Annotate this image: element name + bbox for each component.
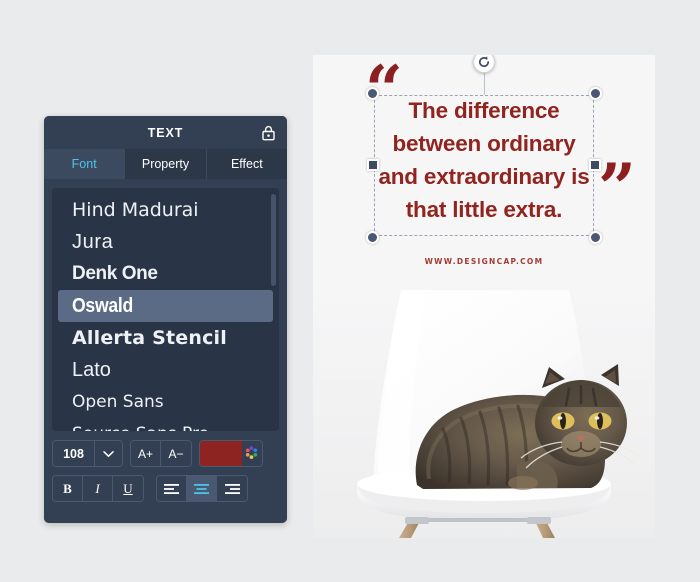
tab-font[interactable]: Font	[44, 149, 126, 179]
font-list-item-jura[interactable]: Jura	[58, 226, 273, 258]
resize-handle-middle-right[interactable]	[589, 158, 601, 171]
align-left-icon	[164, 483, 179, 494]
scrollbar-thumb[interactable]	[271, 194, 276, 286]
chevron-down-glyph	[103, 450, 114, 457]
italic-button[interactable]: I	[83, 476, 113, 501]
rotate-handle-stem	[484, 73, 485, 95]
font-list-item-lato[interactable]: Lato	[58, 354, 273, 386]
canvas-quote-area: “ ” The difference between ordinary and …	[313, 55, 655, 287]
text-style-group[interactable]: B I U	[52, 475, 144, 502]
quote-text[interactable]: The difference between ordinary and extr…	[370, 94, 598, 226]
app-root: TEXT Font Property Effect Hind Madurai J	[0, 0, 700, 582]
tab-effect[interactable]: Effect	[206, 149, 287, 179]
font-name-label: Source Sans Pro	[72, 424, 209, 431]
quote-close-mark: ”	[598, 149, 636, 227]
underline-button[interactable]: U	[113, 476, 143, 501]
font-size-controls-row: 108 A+ A−	[52, 440, 279, 467]
font-name-label: Lato	[72, 359, 111, 381]
font-list-item-denk-one[interactable]: Denk One	[58, 258, 273, 290]
font-list-item-hind-madurai[interactable]: Hind Madurai	[58, 194, 273, 226]
font-name-label: Denk One	[72, 263, 158, 284]
panel-tabs: Font Property Effect	[44, 149, 287, 179]
align-right-button[interactable]	[217, 476, 247, 501]
resize-handle-top-right[interactable]	[589, 87, 602, 100]
font-name-label: Hind Madurai	[72, 199, 199, 221]
text-color-picker[interactable]	[199, 440, 263, 467]
resize-handle-bottom-left[interactable]	[366, 231, 379, 244]
resize-handle-middle-left[interactable]	[367, 158, 379, 171]
color-wheel-glyph	[246, 446, 258, 459]
resize-handle-top-left[interactable]	[366, 87, 379, 100]
increase-font-size-button[interactable]: A+	[131, 441, 161, 466]
font-list-item-oswald[interactable]: Oswald	[58, 290, 273, 322]
lock-icon[interactable]	[259, 124, 277, 142]
resize-handle-bottom-right[interactable]	[589, 231, 602, 244]
panel-header: TEXT	[44, 116, 287, 149]
font-size-value[interactable]: 108	[53, 441, 95, 466]
font-list-item-open-sans[interactable]: Open Sans	[58, 386, 273, 418]
font-name-label: Jura	[72, 231, 114, 253]
cat-photo-illustration	[313, 287, 655, 538]
font-list-item-allerta-stencil[interactable]: Allerta Stencil	[58, 322, 273, 354]
panel-title: TEXT	[147, 125, 184, 140]
color-wheel-icon[interactable]	[241, 441, 262, 466]
font-list[interactable]: Hind Madurai Jura Denk One Oswald Allert…	[52, 188, 279, 431]
watermark-url: WWW.DESIGNCAP.COM	[424, 257, 544, 266]
tab-property[interactable]: Property	[125, 149, 207, 179]
rotate-handle[interactable]	[473, 55, 495, 73]
font-list-item-source-sans-pro[interactable]: Source Sans Pro	[58, 418, 273, 431]
font-list-scrollbar[interactable]	[271, 194, 276, 426]
align-center-icon	[194, 483, 209, 494]
font-name-label: Allerta Stencil	[72, 327, 227, 349]
bold-button[interactable]: B	[53, 476, 83, 501]
align-right-icon	[224, 483, 240, 494]
panel-body: Hind Madurai Jura Denk One Oswald Allert…	[44, 179, 287, 523]
text-color-swatch[interactable]	[200, 441, 242, 466]
lock-glyph	[261, 125, 275, 140]
text-style-controls-row: B I U	[52, 475, 279, 502]
design-canvas[interactable]: “ ” The difference between ordinary and …	[313, 55, 655, 538]
text-align-group[interactable]	[156, 475, 248, 502]
font-name-label: Oswald	[72, 295, 134, 317]
rotate-icon	[478, 56, 490, 68]
decrease-font-size-button[interactable]: A−	[161, 441, 191, 466]
font-size-steppers[interactable]: A+ A−	[130, 440, 192, 467]
align-left-button[interactable]	[157, 476, 187, 501]
font-name-label: Open Sans	[72, 392, 164, 412]
cat-photo[interactable]	[313, 287, 655, 538]
selected-text-object[interactable]: The difference between ordinary and extr…	[366, 55, 602, 244]
font-size-select[interactable]: 108	[52, 440, 123, 467]
text-properties-panel: TEXT Font Property Effect Hind Madurai J	[44, 116, 287, 523]
chevron-down-icon[interactable]	[95, 441, 122, 466]
align-center-button[interactable]	[187, 476, 217, 501]
